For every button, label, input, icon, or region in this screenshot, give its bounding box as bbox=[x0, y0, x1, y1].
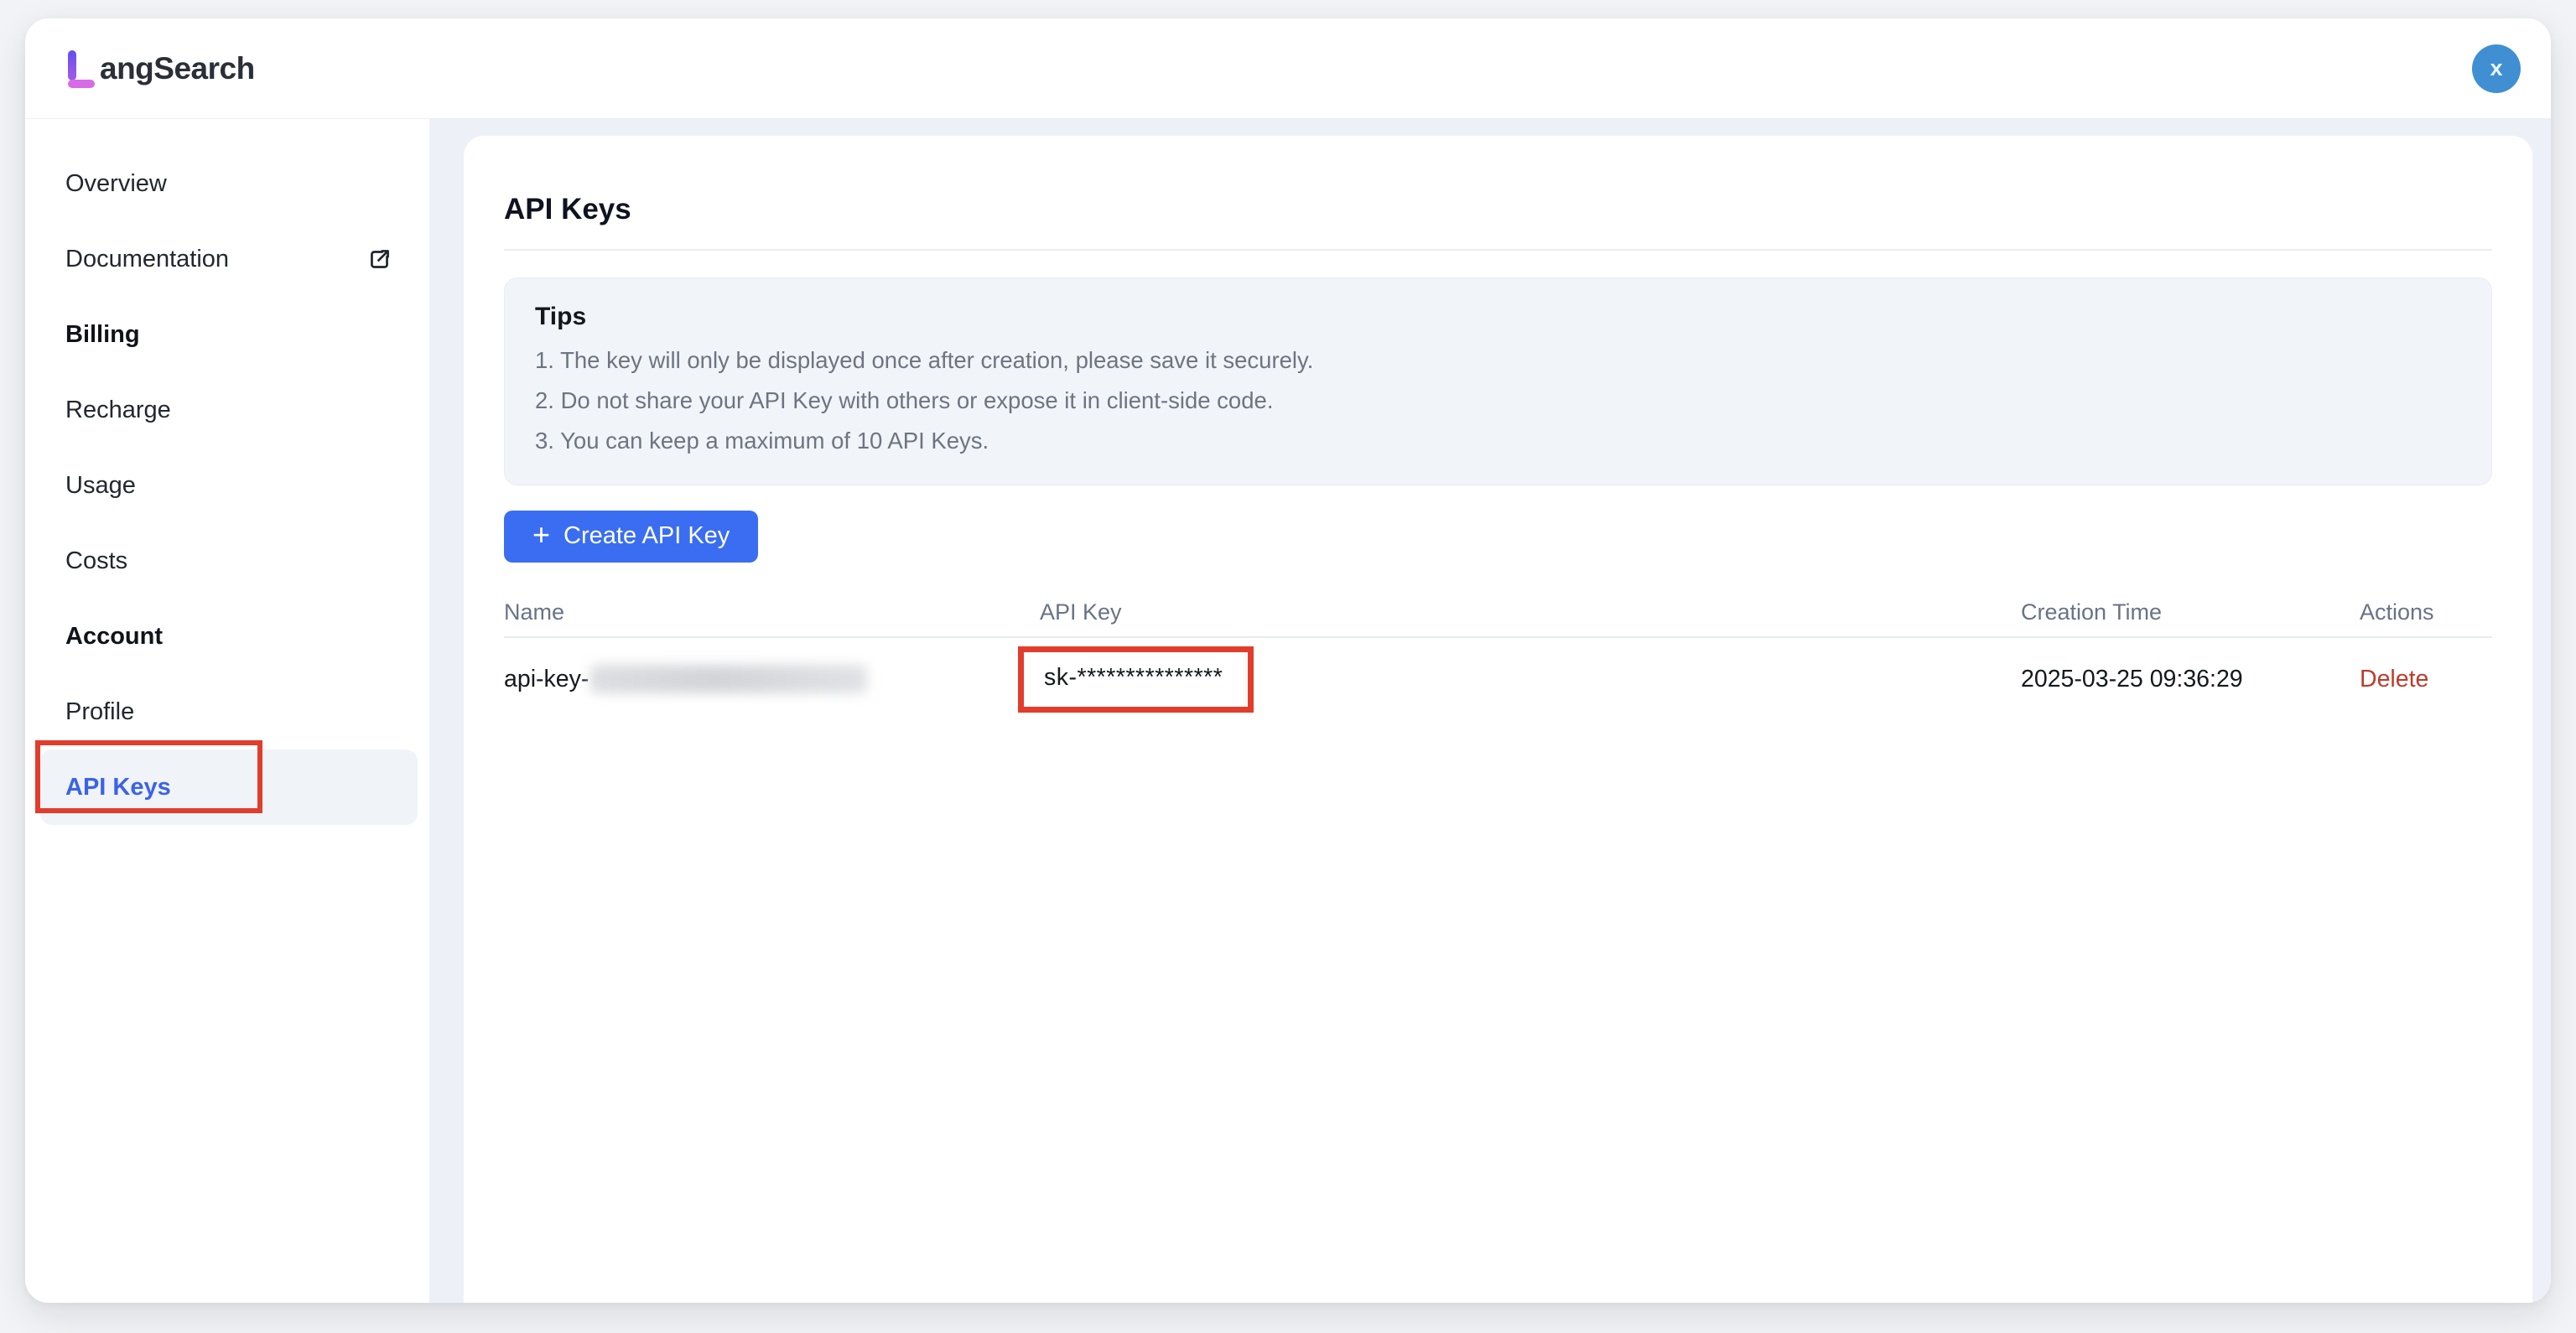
table-header-row: Name API Key Creation Time Actions bbox=[504, 589, 2492, 638]
cell-name: api-key- bbox=[504, 665, 1040, 693]
sidebar-item-usage[interactable]: Usage bbox=[40, 448, 418, 523]
sidebar-item-label: Profile bbox=[65, 698, 134, 726]
content-card: API Keys Tips 1. The key will only be di… bbox=[464, 136, 2532, 1303]
column-header-creation-time: Creation Time bbox=[2021, 599, 2360, 625]
tips-item: 1. The key will only be displayed once a… bbox=[535, 340, 2461, 381]
column-header-actions: Actions bbox=[2360, 599, 2492, 625]
sidebar-item-label: Usage bbox=[65, 472, 136, 500]
top-bar: angSearch x bbox=[25, 18, 2551, 119]
cell-creation-time: 2025-03-25 09:36:29 bbox=[2021, 666, 2360, 693]
sidebar-item-recharge[interactable]: Recharge bbox=[40, 372, 418, 448]
cell-api-key: sk-*************** bbox=[1040, 646, 2021, 713]
tips-list: 1. The key will only be displayed once a… bbox=[535, 340, 2461, 461]
sidebar-item-overview[interactable]: Overview bbox=[40, 146, 418, 221]
screen: angSearch x Overview Documentation bbox=[0, 0, 2576, 1333]
cell-actions: Delete bbox=[2360, 666, 2492, 693]
sidebar-item-label: Overview bbox=[65, 170, 167, 198]
sidebar-section-label: Account bbox=[65, 623, 163, 651]
plus-icon: + bbox=[532, 520, 550, 550]
sidebar-item-documentation[interactable]: Documentation bbox=[40, 221, 418, 297]
sidebar: Overview Documentation Billing bbox=[25, 119, 429, 1303]
delete-link[interactable]: Delete bbox=[2360, 666, 2428, 692]
brand-name: angSearch bbox=[100, 51, 255, 86]
api-key-masked-value: sk-*************** bbox=[1044, 664, 1223, 691]
create-api-key-button[interactable]: + Create API Key bbox=[504, 511, 758, 563]
table-row: api-key- sk-*************** 2025-03-25 0… bbox=[504, 638, 2492, 731]
sidebar-section-billing: Billing bbox=[40, 297, 418, 372]
create-api-key-label: Create API Key bbox=[564, 522, 730, 550]
brand-logo: angSearch bbox=[64, 49, 255, 89]
external-link-icon bbox=[366, 246, 392, 272]
sidebar-item-label: Recharge bbox=[65, 397, 171, 424]
tips-item: 2. Do not share your API Key with others… bbox=[535, 381, 2461, 421]
user-avatar[interactable]: x bbox=[2472, 44, 2521, 93]
sidebar-item-label: Costs bbox=[65, 547, 127, 575]
sidebar-section-account: Account bbox=[40, 599, 418, 674]
page-title: API Keys bbox=[504, 190, 2492, 229]
sidebar-section-label: Billing bbox=[65, 321, 140, 349]
sidebar-item-label: API Keys bbox=[65, 774, 171, 801]
tips-item: 3. You can keep a maximum of 10 API Keys… bbox=[535, 421, 2461, 461]
app-window: angSearch x Overview Documentation bbox=[25, 18, 2551, 1303]
tips-panel: Tips 1. The key will only be displayed o… bbox=[504, 277, 2492, 485]
column-header-api-key: API Key bbox=[1040, 599, 2021, 625]
sidebar-item-label: Documentation bbox=[65, 246, 229, 273]
column-header-name: Name bbox=[504, 599, 1040, 625]
annotation-box-api-key: sk-*************** bbox=[1018, 646, 1254, 713]
sidebar-item-api-keys[interactable]: API Keys bbox=[40, 749, 418, 825]
main-content: API Keys Tips 1. The key will only be di… bbox=[429, 119, 2551, 1303]
sidebar-item-costs[interactable]: Costs bbox=[40, 523, 418, 599]
tips-title: Tips bbox=[535, 298, 2461, 335]
redacted-name-blur bbox=[590, 665, 867, 693]
body-row: Overview Documentation Billing bbox=[25, 119, 2551, 1303]
sidebar-item-profile[interactable]: Profile bbox=[40, 674, 418, 749]
api-keys-table: Name API Key Creation Time Actions api-k… bbox=[504, 589, 2492, 731]
title-divider bbox=[504, 249, 2492, 251]
api-key-name-prefix: api-key- bbox=[504, 666, 589, 693]
brand-l-icon bbox=[64, 49, 99, 89]
